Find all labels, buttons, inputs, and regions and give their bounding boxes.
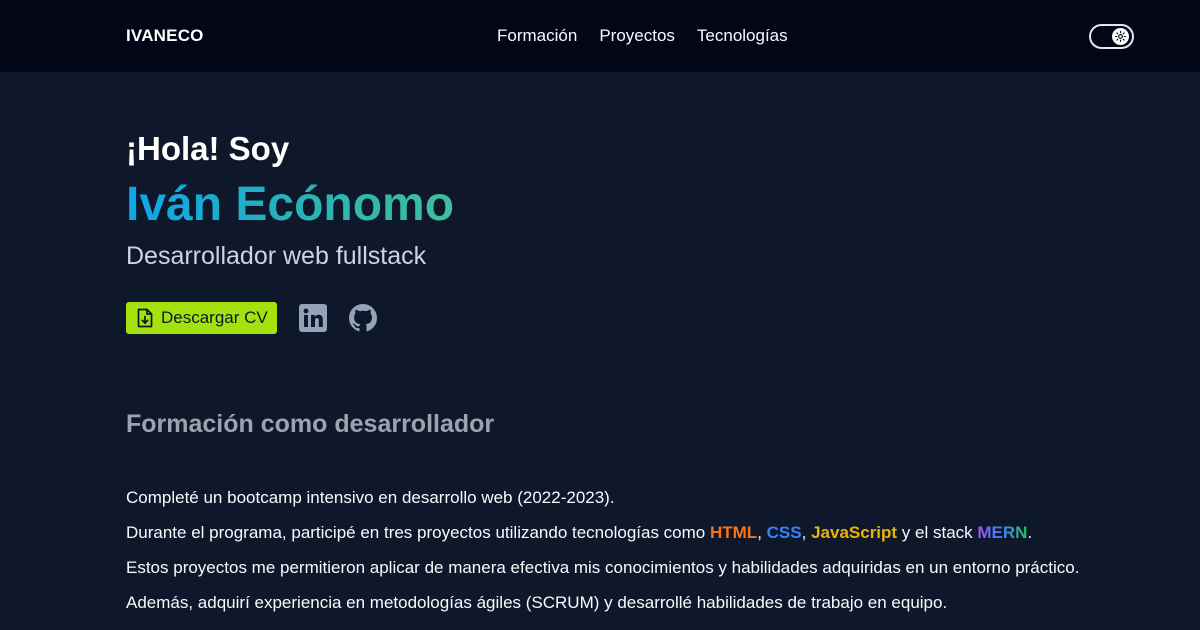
download-cv-button[interactable]: Descargar CV bbox=[126, 302, 277, 334]
github-link[interactable] bbox=[348, 304, 377, 332]
p2-lead: Durante el programa, participé en tres p… bbox=[126, 523, 710, 542]
formation-paragraph-2: Durante el programa, participé en tres p… bbox=[126, 515, 1079, 550]
hero-name: Iván Ecónomo bbox=[126, 176, 454, 234]
brand-logo[interactable]: IVANECO bbox=[126, 26, 204, 46]
formation-title: Formación como desarrollador bbox=[126, 410, 495, 438]
hero-greeting: ¡Hola! Soy bbox=[126, 130, 290, 167]
github-icon bbox=[348, 304, 377, 332]
formation-paragraph-1: Completé un bootcamp intensivo en desarr… bbox=[126, 488, 615, 507]
linkedin-link[interactable] bbox=[298, 304, 327, 332]
tech-css: CSS bbox=[766, 523, 802, 542]
formation-paragraph-4: Además, adquirí experiencia en metodolog… bbox=[126, 593, 948, 612]
p2-mid: y el stack bbox=[897, 523, 978, 542]
nav-link-formacion[interactable]: Formación bbox=[497, 26, 577, 46]
p2-sep1: , bbox=[757, 523, 767, 542]
nav-links: Formación Proyectos Tecnologías bbox=[497, 26, 788, 46]
nav-link-proyectos[interactable]: Proyectos bbox=[599, 26, 675, 46]
linkedin-icon bbox=[298, 304, 327, 332]
p2-end: . bbox=[1027, 523, 1033, 542]
formation-text: Completé un bootcamp intensivo en desarr… bbox=[126, 480, 1079, 620]
nav-link-tecnologias[interactable]: Tecnologías bbox=[697, 26, 788, 46]
theme-toggle[interactable] bbox=[1089, 24, 1134, 49]
tech-html: HTML bbox=[709, 523, 758, 542]
hero-section: ¡Hola! Soy Iván Ecónomo Desarrollador we… bbox=[126, 128, 454, 272]
tech-javascript: JavaScript bbox=[811, 523, 898, 542]
tech-mern: MERN bbox=[977, 523, 1028, 542]
sun-icon bbox=[1115, 31, 1126, 42]
download-cv-label: Descargar CV bbox=[161, 308, 268, 327]
hero-role: Desarrollador web fullstack bbox=[126, 242, 427, 270]
hero-actions: Descargar CV bbox=[126, 302, 377, 334]
formation-paragraph-3: Estos proyectos me permitieron aplicar d… bbox=[126, 558, 1080, 577]
toggle-knob bbox=[1112, 28, 1129, 45]
p2-sep2: , bbox=[801, 523, 812, 542]
navbar: IVANECO Formación Proyectos Tecnologías bbox=[0, 0, 1200, 72]
file-download-icon bbox=[136, 308, 154, 328]
